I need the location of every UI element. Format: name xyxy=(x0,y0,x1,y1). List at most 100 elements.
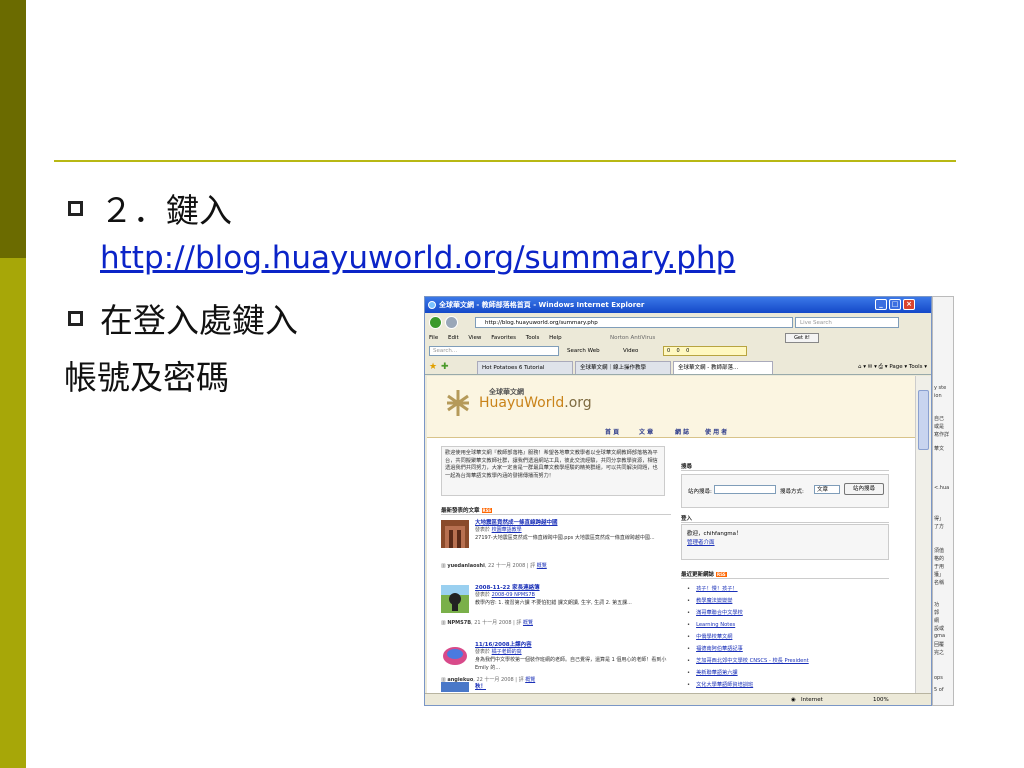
slide-sidebar-dark xyxy=(0,0,26,258)
internet-zone-icon: ◉ xyxy=(791,697,796,703)
page-tools-menu[interactable]: ⌂ ▾ ✉ ▾ ⎙ ▾ Page ▾ Tools ▾ xyxy=(858,359,927,375)
recent-blogs-list: 孩子！慢！孩子！ 教學魔法變變變 滿哥華聯合中文學校 Learning Note… xyxy=(687,583,897,691)
post-excerpt: 身為我們中文學校第一個裝作班網的老師。自己覺得，還算是 1 個用心的老師！看到小… xyxy=(475,657,667,671)
menu-edit[interactable]: Edit xyxy=(448,335,459,341)
tab-huayuworld-tutorial[interactable]: 全球華文網｜線上操作教學 xyxy=(575,361,671,374)
menu-help[interactable]: Help xyxy=(549,335,562,341)
nav-users[interactable]: 使 用 者 xyxy=(705,428,727,438)
vertical-scrollbar[interactable] xyxy=(915,376,931,693)
post-thumbnail xyxy=(441,520,469,548)
blog-link[interactable]: 孩子！慢！孩子！ xyxy=(687,583,897,595)
post-meta: 發表於 橘子老師的窩 xyxy=(475,649,522,655)
post-category-link[interactable]: 2008-09 NPMS7B xyxy=(492,592,535,598)
menu-tools[interactable]: Tools xyxy=(526,335,540,341)
address-bar[interactable]: http://blog.huayuworld.org/summary.php xyxy=(475,317,793,328)
address-row: http://blog.huayuworld.org/summary.php L… xyxy=(425,314,931,331)
browser-screenshot: 全球華文網 - 教師部落格首頁 - Windows Internet Explo… xyxy=(424,296,932,706)
toolbar-search-input[interactable]: Search... xyxy=(429,346,559,356)
post-meta: 發表於 校園華語教學 xyxy=(475,527,522,533)
bullet1-text: ２．鍵入 xyxy=(100,191,232,230)
status-bar: ◉ Internet 100% xyxy=(425,693,931,705)
zoom-level[interactable]: 100% xyxy=(873,694,889,705)
search-section-title: 搜尋 xyxy=(681,464,693,470)
blog-link[interactable]: 芝加哥西北郊中文學校 CNSCS - 校長 President xyxy=(687,655,897,667)
post-category-link[interactable]: 校園華語教學 xyxy=(492,527,522,533)
section-rule xyxy=(441,514,671,515)
site-nav: 首 頁 文 章 網 誌 使 用 者 xyxy=(427,428,915,438)
blog-link[interactable]: Learning Notes xyxy=(687,619,897,631)
tab-hot-potatoes[interactable]: Hot Potatoes 6 Tutorial xyxy=(477,361,573,374)
admin-interface-link[interactable]: 管理者介面 xyxy=(687,540,715,546)
blog-link[interactable]: 中僑學校華文網 xyxy=(687,631,897,643)
live-search-input[interactable]: Live Search xyxy=(795,317,899,328)
tab-bar: ★ ✚ Hot Potatoes 6 Tutorial 全球華文網｜線上操作教學… xyxy=(425,359,931,375)
window-title: 全球華文網 - 教師部落格首頁 - Windows Internet Explo… xyxy=(439,301,645,309)
bullet-square-icon xyxy=(68,201,83,216)
recent-blogs-title: 最近更新網誌 RSS xyxy=(681,572,727,578)
post-title-link[interactable]: 11/16/2008上課內容 xyxy=(475,640,532,648)
bullet2-text: 在登入處鍵入 xyxy=(100,301,298,340)
post-footer: ▥ yuedanlaoshi, 22 十一月 2008 | 評 概覽 xyxy=(441,563,547,569)
nav-blogs[interactable]: 網 誌 xyxy=(675,428,689,438)
minimize-button[interactable]: _ xyxy=(875,299,887,310)
rss-icon: RSS xyxy=(481,508,493,513)
slide-divider xyxy=(54,160,956,162)
background-window-strip: y ste ion 自己 或是 寫作詳 華文 <.hua 得」 了方 須值 格的… xyxy=(932,296,954,706)
post-category-link[interactable]: 橘子老師的窩 xyxy=(492,649,522,655)
close-button[interactable]: × xyxy=(903,299,915,310)
post-item: 秋！ xyxy=(441,680,671,693)
menu-favorites[interactable]: Favorites xyxy=(491,335,516,341)
welcome-text: 歡迎使用全球華文網『教師部落格』服務！希望各地華文教學者以全球華文網教師部落格為… xyxy=(441,446,665,496)
post-thumbnail xyxy=(441,682,469,692)
back-icon[interactable] xyxy=(429,316,442,329)
login-section-title: 登入 xyxy=(681,516,693,522)
site-search-button[interactable]: 站內搜尋 xyxy=(844,483,884,495)
post-overview-link[interactable]: 概覽 xyxy=(523,620,533,626)
logo-en: HuayuWorld.org xyxy=(479,395,592,411)
post-meta: 發表於 2008-09 NPMS7B xyxy=(475,592,535,598)
site-search-label: 站內搜尋: xyxy=(688,489,712,495)
post-footer: ▥ NPMS7B, 21 十一月 2008 | 評 概覽 xyxy=(441,620,533,626)
search-mode-select[interactable]: 文章 xyxy=(814,485,840,494)
huayuworld-logo-icon xyxy=(447,390,469,416)
summary-url-link[interactable]: http://blog.huayuworld.org/summary.php xyxy=(100,238,735,278)
nav-articles[interactable]: 文 章 xyxy=(639,428,653,438)
search-web-button[interactable]: Search Web xyxy=(567,344,600,358)
video-button[interactable]: Video xyxy=(623,344,638,358)
maximize-button[interactable]: □ xyxy=(889,299,901,310)
bullet2-continuation: 帳號及密碼 xyxy=(64,358,229,397)
add-favorite-icon[interactable]: ✚ xyxy=(441,361,449,373)
browser-titlebar: 全球華文網 - 教師部落格首頁 - Windows Internet Explo… xyxy=(425,297,931,313)
post-thumbnail xyxy=(441,585,469,613)
section-rule xyxy=(681,470,889,471)
site-header: 全球華文網 HuayuWorld.org xyxy=(427,376,915,428)
toolbar-counters: 0 0 0 xyxy=(663,346,747,356)
slide-sidebar-light xyxy=(0,258,26,768)
blog-link[interactable]: 美新聯華語第六課 xyxy=(687,667,897,679)
blog-link[interactable]: 教學魔法變變變 xyxy=(687,595,897,607)
site-search-input[interactable] xyxy=(714,485,776,494)
scrollbar-thumb[interactable] xyxy=(918,390,929,450)
forward-icon[interactable] xyxy=(445,316,458,329)
post-title-link[interactable]: 大地震區竟然成一條直線跨越中國 xyxy=(475,518,558,526)
nav-home[interactable]: 首 頁 xyxy=(605,428,619,438)
blog-link[interactable]: 滿哥華聯合中文學校 xyxy=(687,607,897,619)
menu-file[interactable]: File xyxy=(429,335,438,341)
menu-view[interactable]: View xyxy=(468,335,481,341)
post-overview-link[interactable]: 概覽 xyxy=(537,563,547,569)
post-item: 大地震區竟然成一條直線跨越中國 發表於 校園華語教學 27197-大地震區竟然成… xyxy=(441,516,671,576)
login-welcome: 歡迎，chihfangma！ xyxy=(687,531,742,537)
search-mode-label: 搜尋方式: xyxy=(780,489,804,495)
ie-icon xyxy=(428,301,436,309)
site-search-panel: 站內搜尋: 搜尋方式: 文章 站內搜尋 xyxy=(681,474,889,508)
favorites-star-icon[interactable]: ★ xyxy=(429,361,437,373)
blog-link[interactable]: 文化大學華語師資培訓班 xyxy=(687,679,897,691)
get-it-button[interactable]: Get it! xyxy=(785,333,819,343)
latest-posts-title: 最新發表的文章 RSS xyxy=(441,508,493,514)
menu-bar: File Edit View Favorites Tools Help Nort… xyxy=(425,332,931,344)
tab-teacher-blog[interactable]: 全球華文網 - 教師部落... xyxy=(673,361,773,374)
post-title-link[interactable]: 秋！ xyxy=(475,682,486,690)
rss-icon: RSS xyxy=(716,572,727,577)
blog-link[interactable]: 福德南阿伯華語記事 xyxy=(687,643,897,655)
post-title-link[interactable]: 2008-11-22 家長連絡簿 xyxy=(475,583,540,591)
